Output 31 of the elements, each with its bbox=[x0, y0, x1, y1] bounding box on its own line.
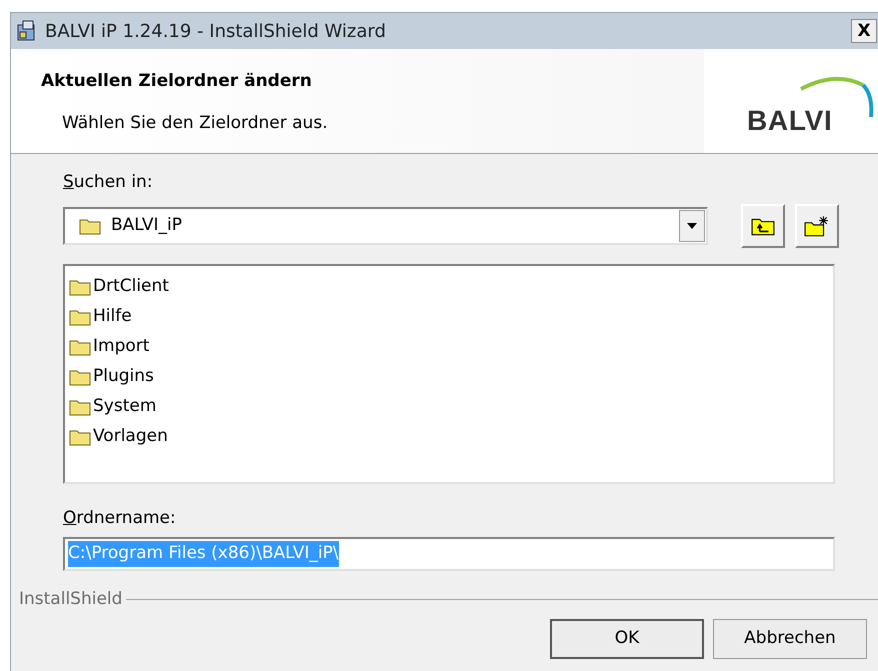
field-label: Suchen in: bbox=[63, 172, 153, 192]
folder-icon bbox=[69, 278, 91, 296]
window-title: BALVI iP 1.24.19 - InstallShield Wizard bbox=[45, 20, 386, 44]
folder-icon bbox=[69, 308, 91, 326]
look-in-dropdown[interactable]: BALVI_iP bbox=[63, 206, 708, 244]
folder-icon bbox=[69, 338, 91, 356]
brand-label: InstallShield bbox=[19, 588, 122, 611]
folder-item[interactable]: DrtClient bbox=[69, 272, 173, 302]
folder-item[interactable]: System bbox=[69, 392, 160, 422]
field-value: C:\Program Files (x86)\BALVI_iP\ bbox=[68, 541, 339, 567]
logo-text: BALVI bbox=[747, 107, 832, 135]
new-folder-icon bbox=[804, 214, 830, 236]
close-button[interactable]: X bbox=[851, 19, 877, 43]
dialog-button[interactable]: Abbrechen bbox=[713, 618, 867, 658]
folder-icon bbox=[69, 428, 91, 446]
caret-icon bbox=[687, 222, 697, 228]
folder-item[interactable]: Hilfe bbox=[69, 302, 136, 332]
field-label: Ordnername: bbox=[63, 508, 176, 528]
folder-item[interactable]: Plugins bbox=[69, 362, 158, 392]
dropdown-arrow-button[interactable] bbox=[679, 210, 705, 242]
folder-icon bbox=[79, 216, 101, 234]
folder-item[interactable]: Vorlagen bbox=[69, 422, 172, 452]
up-folder-button[interactable] bbox=[741, 204, 785, 248]
dropdown-value: BALVI_iP bbox=[111, 214, 184, 237]
folder-item[interactable]: Import bbox=[69, 332, 154, 362]
page-subtitle: Wählen Sie den Zielordner aus. bbox=[62, 112, 329, 134]
new-folder-button[interactable] bbox=[795, 204, 839, 248]
page-title: Aktuellen Zielordner ändern bbox=[41, 70, 313, 93]
folder-icon bbox=[69, 368, 91, 386]
folder-icon bbox=[69, 398, 91, 416]
dialog-button[interactable]: OK bbox=[550, 618, 704, 658]
